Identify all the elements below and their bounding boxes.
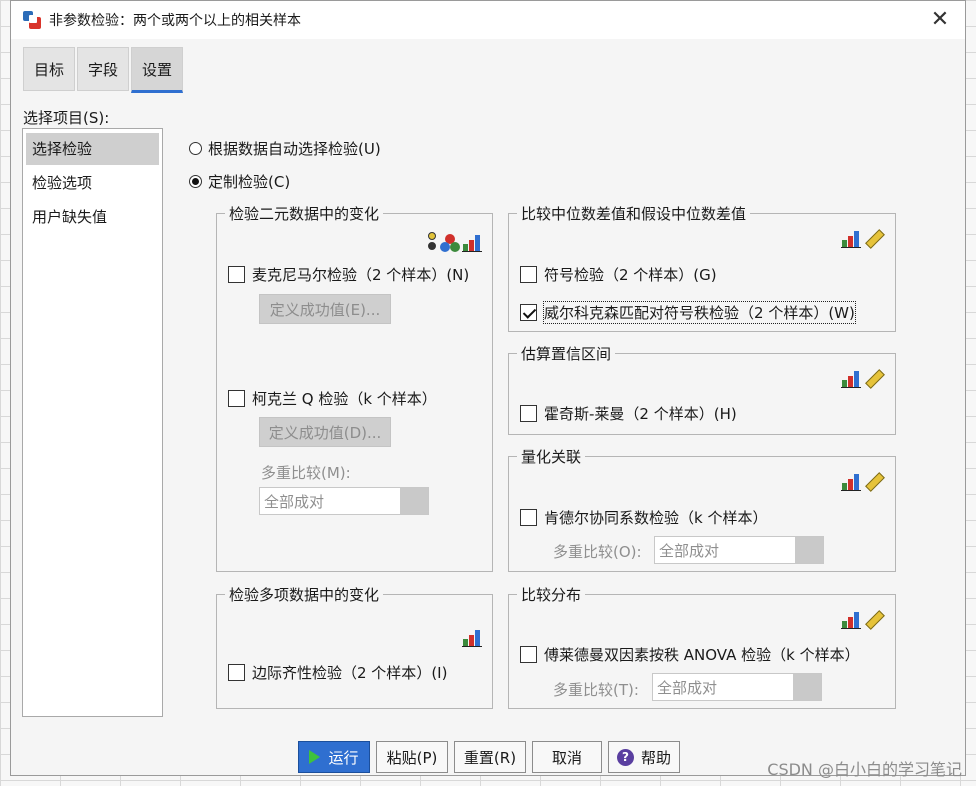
binary-multiple-comparisons-label: 多重比较(M):	[261, 464, 351, 482]
run-label: 运行	[328, 748, 359, 767]
multinomial-group-title: 检验多项数据中的变化	[225, 584, 384, 605]
wilcoxon-checkbox-row[interactable]: 威尔科克森匹配对符号秩检验（2 个样本）(W)	[520, 301, 856, 324]
window-title: 非参数检验：两个或两个以上的相关样本	[49, 13, 301, 29]
friedman-checkbox[interactable]	[520, 646, 537, 663]
wilcoxon-label: 威尔科克森匹配对符号秩检验（2 个样本）(W)	[543, 301, 856, 324]
median-group-title: 比较中位数差值和假设中位数差值	[517, 203, 751, 224]
dropdown-arrow-icon[interactable]	[400, 488, 428, 514]
auto-select-radio-row[interactable]: 根据数据自动选择检验(U)	[189, 138, 381, 159]
marginal-homogeneity-checkbox-row[interactable]: 边际齐性检验（2 个样本）(I)	[228, 662, 447, 683]
auto-select-label: 根据数据自动选择检验(U)	[208, 140, 381, 158]
tab-target[interactable]: 目标	[23, 47, 76, 91]
measure-icons	[841, 229, 885, 249]
binary-multiple-comparisons-select[interactable]: 全部成对	[259, 487, 429, 515]
binary-group-title: 检验二元数据中的变化	[225, 203, 384, 224]
ruler-icon	[865, 472, 885, 492]
dist-multiple-comparisons-select[interactable]: 全部成对	[652, 673, 822, 701]
measure-icons	[841, 369, 885, 389]
title-bar: 非参数检验：两个或两个以上的相关样本 ✕	[11, 1, 965, 39]
auto-select-radio[interactable]	[189, 142, 202, 155]
reset-button[interactable]: 重置(R)	[454, 741, 526, 773]
assoc-group-title: 量化关联	[517, 446, 586, 467]
friedman-label: 傅莱德曼双因素按秩 ANOVA 检验（k 个样本）	[544, 646, 860, 664]
watermark: CSDN @白小白的学习笔记	[767, 760, 962, 779]
app-icon	[23, 11, 41, 29]
mcnemar-checkbox[interactable]	[228, 266, 245, 283]
mcnemar-define-success-button[interactable]: 定义成功值(E)...	[259, 294, 391, 324]
list-item-choose-tests[interactable]: 选择检验	[26, 133, 159, 165]
hodges-lehmann-checkbox-row[interactable]: 霍奇斯-莱曼（2 个样本）(H)	[520, 403, 737, 424]
ruler-icon	[865, 369, 885, 389]
tab-settings[interactable]: 设置	[131, 47, 184, 93]
assoc-multiple-comparisons-value: 全部成对	[659, 541, 720, 560]
dialog-window: 非参数检验：两个或两个以上的相关样本 ✕ 目标 字段 设置 选择项目(S): 选…	[10, 0, 966, 776]
binary-multiple-comparisons-value: 全部成对	[264, 492, 325, 511]
cochran-define-success-button[interactable]: 定义成功值(D)...	[259, 417, 391, 447]
marginal-homogeneity-checkbox[interactable]	[228, 664, 245, 681]
cochran-label: 柯克兰 Q 检验（k 个样本）	[252, 390, 437, 408]
kendall-checkbox-row[interactable]: 肯德尔协同系数检验（k 个样本）	[520, 507, 767, 528]
tab-bar: 目标 字段 设置	[23, 47, 185, 93]
nominal-icon	[440, 234, 460, 252]
scale-bar-icon	[841, 370, 861, 388]
wilcoxon-checkbox[interactable]	[520, 304, 537, 321]
scale-bar-icon	[841, 611, 861, 629]
ruler-icon	[865, 610, 885, 630]
dist-group-title: 比较分布	[517, 584, 586, 605]
confidence-interval-group: 估算置信区间 霍奇斯-莱曼（2 个样本）(H)	[508, 343, 896, 435]
cochran-checkbox[interactable]	[228, 390, 245, 407]
sign-test-checkbox-row[interactable]: 符号检验（2 个样本）(G)	[520, 264, 717, 285]
mcnemar-checkbox-row[interactable]: 麦克尼马尔检验（2 个样本）(N)	[228, 264, 469, 285]
dist-multiple-comparisons-value: 全部成对	[657, 678, 718, 697]
scale-bar-icon	[841, 473, 861, 491]
sign-test-checkbox[interactable]	[520, 266, 537, 283]
sign-test-label: 符号检验（2 个样本）(G)	[544, 266, 717, 284]
cochran-checkbox-row[interactable]: 柯克兰 Q 检验（k 个样本）	[228, 388, 437, 409]
scale-bar-icon	[841, 230, 861, 248]
play-icon	[309, 750, 321, 764]
measure-icons	[841, 472, 885, 492]
ci-group-title: 估算置信区间	[517, 343, 616, 364]
close-button[interactable]: ✕	[929, 9, 951, 31]
custom-tests-label: 定制检验(C)	[208, 173, 291, 191]
run-button[interactable]: 运行	[298, 741, 370, 773]
cancel-button[interactable]: 取消	[532, 741, 602, 773]
ordinal-icon	[426, 232, 438, 252]
quantify-association-group: 量化关联 肯德尔协同系数检验（k 个样本） 多重比较(O): 全部成对	[508, 446, 896, 572]
custom-tests-radio[interactable]	[189, 175, 202, 188]
hodges-lehmann-label: 霍奇斯-莱曼（2 个样本）(H)	[544, 405, 737, 423]
custom-tests-radio-row[interactable]: 定制检验(C)	[189, 171, 290, 192]
kendall-checkbox[interactable]	[520, 509, 537, 526]
median-difference-group: 比较中位数差值和假设中位数差值 符号检验（2 个样本）(G) 威尔科克森匹配对符…	[508, 203, 896, 332]
hodges-lehmann-checkbox[interactable]	[520, 405, 537, 422]
help-label: 帮助	[640, 748, 671, 767]
marginal-homogeneity-label: 边际齐性检验（2 个样本）(I)	[252, 664, 448, 682]
list-item-test-options[interactable]: 检验选项	[26, 167, 159, 199]
mcnemar-label: 麦克尼马尔检验（2 个样本）(N)	[252, 266, 470, 284]
kendall-label: 肯德尔协同系数检验（k 个样本）	[544, 509, 768, 527]
help-icon: ?	[616, 748, 634, 766]
dist-multiple-comparisons-label: 多重比较(T):	[553, 681, 639, 699]
multinomial-data-group: 检验多项数据中的变化 边际齐性检验（2 个样本）(I)	[216, 584, 493, 709]
measure-icons	[426, 232, 482, 252]
select-items-list: 选择检验 检验选项 用户缺失值	[22, 128, 163, 717]
friedman-checkbox-row[interactable]: 傅莱德曼双因素按秩 ANOVA 检验（k 个样本）	[520, 644, 860, 665]
select-items-label: 选择项目(S):	[23, 109, 110, 127]
dropdown-arrow-icon[interactable]	[793, 674, 821, 700]
measure-icons	[462, 629, 482, 647]
tab-fields[interactable]: 字段	[77, 47, 130, 91]
ruler-icon	[865, 229, 885, 249]
dropdown-arrow-icon[interactable]	[795, 537, 823, 563]
scale-bar-icon	[462, 234, 482, 252]
scale-bar-icon	[462, 629, 482, 647]
paste-button[interactable]: 粘贴(P)	[376, 741, 448, 773]
list-item-user-missing[interactable]: 用户缺失值	[26, 201, 159, 233]
measure-icons	[841, 610, 885, 630]
compare-distributions-group: 比较分布 傅莱德曼双因素按秩 ANOVA 检验（k 个样本） 多重比较(T): …	[508, 584, 896, 709]
assoc-multiple-comparisons-label: 多重比较(O):	[553, 543, 642, 561]
binary-data-group: 检验二元数据中的变化 麦克尼马尔检验（2 个样本）(N) 定义成功值(E)...…	[216, 203, 493, 572]
help-button[interactable]: ? 帮助	[608, 741, 680, 773]
assoc-multiple-comparisons-select[interactable]: 全部成对	[654, 536, 824, 564]
